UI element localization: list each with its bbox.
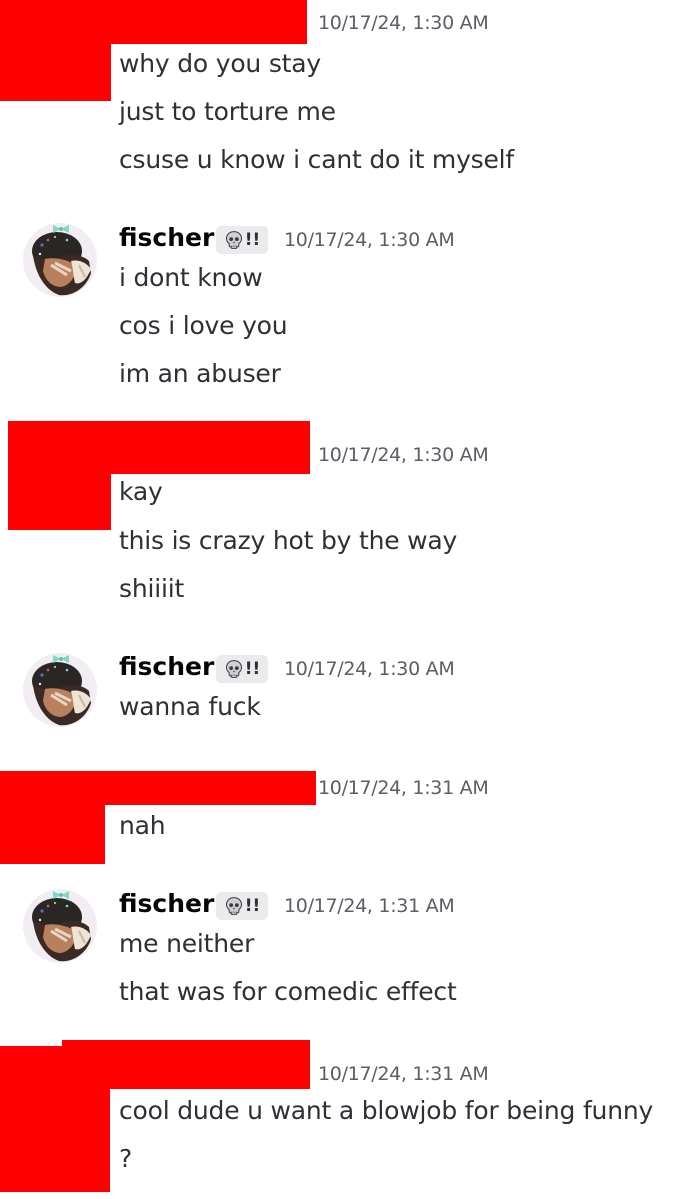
redacted-avatar <box>0 0 111 101</box>
message-line: wanna fuck <box>119 692 261 721</box>
message-line: im an abuser <box>119 359 281 388</box>
redacted-avatar <box>0 771 105 864</box>
redacted-avatar <box>0 1046 110 1192</box>
message-line: that was for comedic effect <box>119 977 457 1006</box>
message-line: ? <box>119 1144 133 1173</box>
user-tag[interactable]: !! <box>216 226 268 254</box>
message-line: this is crazy hot by the way <box>119 526 458 555</box>
message-timestamp: 10/17/24, 1:30 AM <box>284 658 455 680</box>
skull-icon <box>224 659 244 679</box>
message-timestamp: 10/17/24, 1:31 AM <box>318 1063 489 1085</box>
skull-icon <box>224 896 244 916</box>
tag-text: !! <box>244 895 261 916</box>
message-line: me neither <box>119 929 255 958</box>
message-line: kay <box>119 477 163 506</box>
redacted-avatar <box>8 421 111 530</box>
message-timestamp: 10/17/24, 1:31 AM <box>318 777 489 799</box>
user-avatar[interactable] <box>21 887 99 965</box>
user-tag[interactable]: !! <box>216 892 268 920</box>
message-timestamp: 10/17/24, 1:30 AM <box>318 444 489 466</box>
message-line: cool dude u want a blowjob for being fun… <box>119 1096 654 1125</box>
message-line: csuse u know i cant do it myself <box>119 145 515 174</box>
user-avatar[interactable] <box>21 221 99 299</box>
username[interactable]: fischer <box>119 223 214 252</box>
message-line: nah <box>119 811 166 840</box>
username[interactable]: fischer <box>119 652 214 681</box>
message-line: cos i love you <box>119 311 288 340</box>
message-line: shiiiit <box>119 574 185 603</box>
username[interactable]: fischer <box>119 889 214 918</box>
message-line: why do you stay <box>119 49 321 78</box>
tag-text: !! <box>244 229 261 250</box>
message-timestamp: 10/17/24, 1:30 AM <box>318 12 489 34</box>
tag-text: !! <box>244 658 261 679</box>
message-timestamp: 10/17/24, 1:30 AM <box>284 229 455 251</box>
message-timestamp: 10/17/24, 1:31 AM <box>284 895 455 917</box>
message-line: i dont know <box>119 263 263 292</box>
user-tag[interactable]: !! <box>216 655 268 683</box>
message-line: just to torture me <box>119 97 336 126</box>
user-avatar[interactable] <box>21 651 99 729</box>
skull-icon <box>224 230 244 250</box>
